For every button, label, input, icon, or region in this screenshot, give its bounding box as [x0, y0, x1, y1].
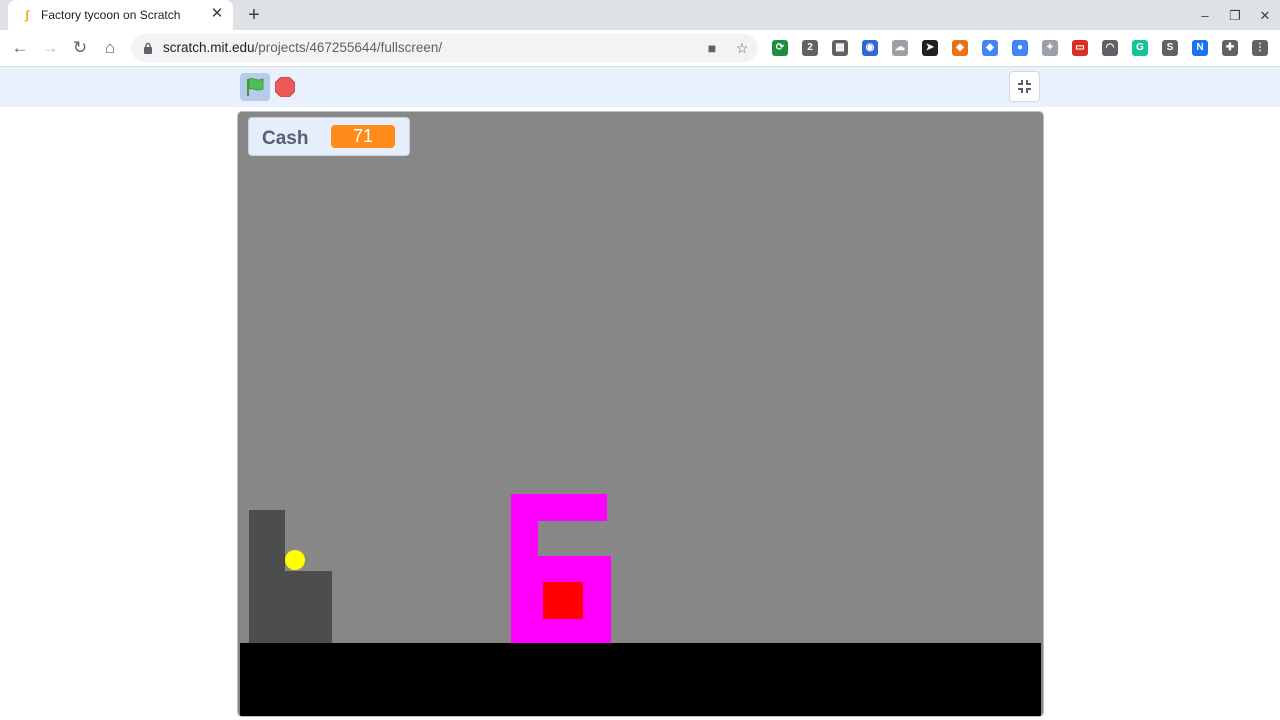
lock-icon: [144, 42, 152, 54]
browser-toolbar: ← → ↻ ⌂ scratch.mit.edu/projects/4672556…: [0, 30, 1280, 67]
camera-icon[interactable]: ■: [702, 38, 722, 58]
address-bar[interactable]: scratch.mit.edu/projects/467255644/fulls…: [131, 34, 758, 62]
browser-tab[interactable]: ʃ Factory tycoon on Scratch ✕: [8, 0, 233, 30]
forward-button[interactable]: →: [38, 36, 62, 60]
minimize-button[interactable]: –: [1195, 6, 1215, 26]
kebab-menu-icon[interactable]: ⋮: [1252, 40, 1268, 56]
scratch-stage[interactable]: Cash 71: [237, 111, 1044, 717]
scratch-controls-bar: [0, 67, 1280, 107]
new-tab-button[interactable]: +: [243, 4, 265, 26]
yellow-sun[interactable]: [285, 550, 305, 570]
extension-icon[interactable]: ◈: [952, 40, 968, 56]
tab-strip: ʃ Factory tycoon on Scratch ✕ + – ❐ ✕: [0, 0, 1280, 30]
ground: [240, 643, 1041, 716]
url-text: scratch.mit.edu/projects/467255644/fulls…: [163, 40, 442, 55]
stop-button[interactable]: [274, 76, 296, 98]
extension-icon[interactable]: ◠: [1102, 40, 1118, 56]
tab-title: Factory tycoon on Scratch: [41, 8, 181, 22]
stop-icon: [274, 76, 296, 98]
factory-building[interactable]: [249, 571, 332, 643]
extension-icon[interactable]: ◉: [862, 40, 878, 56]
back-button[interactable]: ←: [8, 36, 32, 60]
tab-close-icon[interactable]: ✕: [209, 6, 225, 22]
url-host: scratch.mit.edu: [163, 40, 255, 55]
extension-icon[interactable]: ◆: [982, 40, 998, 56]
exit-fullscreen-button[interactable]: [1009, 71, 1040, 102]
reload-button[interactable]: ↻: [68, 36, 92, 60]
extension-icon[interactable]: ▦: [832, 40, 848, 56]
puzzle-icon[interactable]: ✦: [1042, 40, 1058, 56]
extension-icon[interactable]: ▭: [1072, 40, 1088, 56]
bookmark-star-icon[interactable]: ☆: [732, 38, 752, 58]
monitor-value: 71: [331, 125, 395, 148]
extension-icon[interactable]: ●: [1012, 40, 1028, 56]
extension-icon[interactable]: ☁: [892, 40, 908, 56]
cash-variable-monitor: Cash 71: [248, 117, 410, 156]
url-path: /projects/467255644/fullscreen/: [254, 40, 443, 55]
extension-icon[interactable]: 2: [802, 40, 818, 56]
home-button[interactable]: ⌂: [98, 36, 122, 60]
extension-icon[interactable]: S: [1162, 40, 1178, 56]
green-flag-button[interactable]: [240, 73, 270, 101]
green-flag-icon: [247, 78, 264, 96]
extension-icon[interactable]: N: [1192, 40, 1208, 56]
scratch-favicon-icon: ʃ: [25, 8, 29, 22]
monitor-label: Cash: [262, 128, 309, 149]
close-window-button[interactable]: ✕: [1255, 6, 1275, 26]
extension-icon[interactable]: ➤: [922, 40, 938, 56]
red-product-block[interactable]: [543, 582, 583, 619]
extensions-puzzle-icon[interactable]: ✚: [1222, 40, 1238, 56]
exit-fullscreen-icon: [1018, 80, 1031, 93]
restore-button[interactable]: ❐: [1225, 6, 1245, 26]
extension-icon[interactable]: ⟳: [772, 40, 788, 56]
grammarly-icon[interactable]: G: [1132, 40, 1148, 56]
